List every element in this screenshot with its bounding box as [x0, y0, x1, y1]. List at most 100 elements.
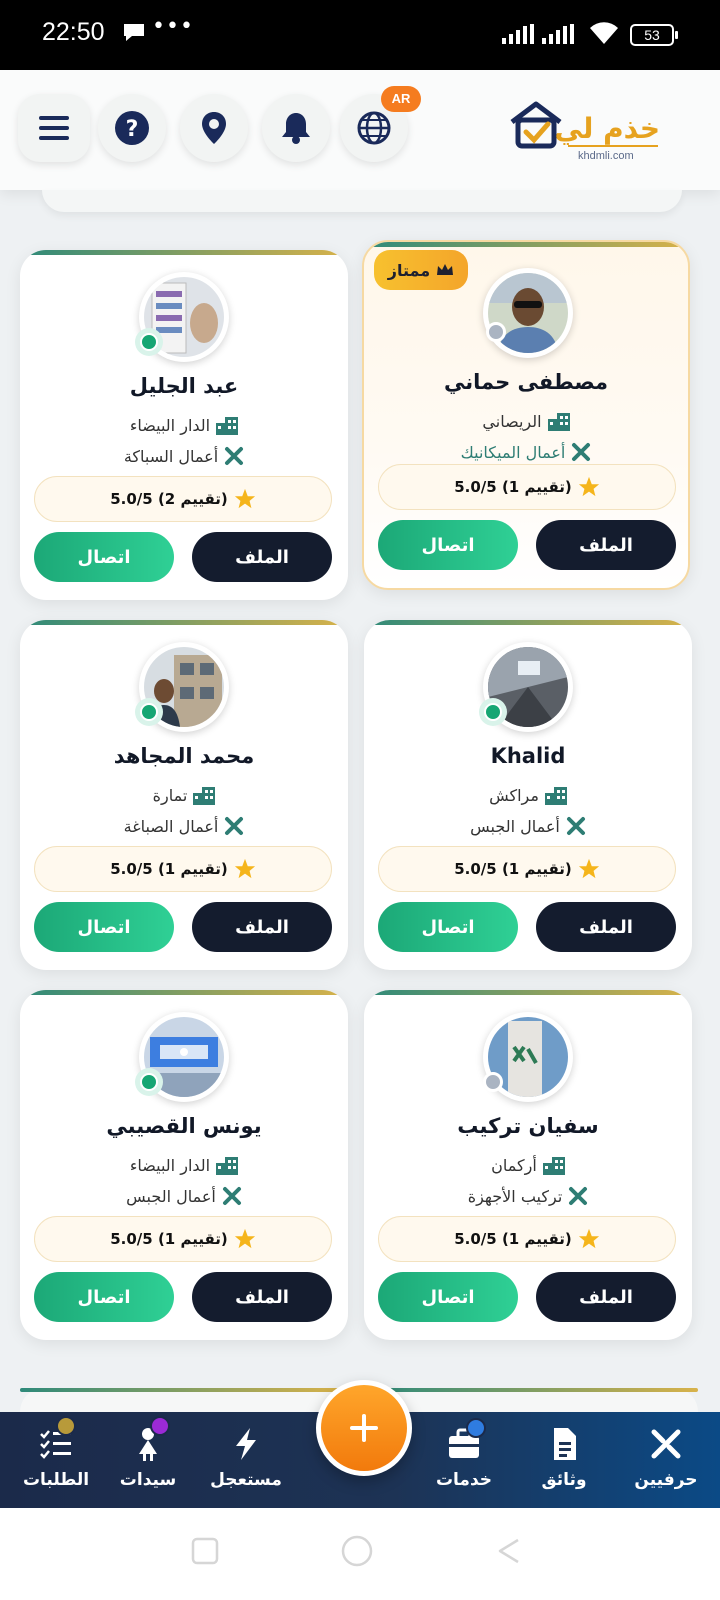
call-button[interactable]: اتصال: [378, 1272, 518, 1322]
profile-button[interactable]: الملف: [192, 532, 332, 582]
trade-text: أعمال الصباغة: [123, 816, 219, 836]
trade-row: أعمال السباكة: [20, 446, 348, 466]
building-icon: [542, 1156, 565, 1175]
craftsman-card[interactable]: يونس القصيبي الدار البيضاء أعمال الجبس 5…: [20, 990, 348, 1340]
notifications-button[interactable]: [262, 94, 330, 162]
lightning-icon: [236, 1428, 256, 1460]
notification-dot: [466, 1418, 486, 1438]
profile-button[interactable]: الملف: [536, 520, 676, 570]
call-button[interactable]: اتصال: [378, 902, 518, 952]
craftsman-card[interactable]: ممتاز مصطفى حماني الريصاني أعمال الميكان…: [362, 240, 690, 590]
star-icon: [234, 1228, 255, 1249]
card-accent-bar: [364, 620, 692, 625]
logo-house-icon: خذم لي: [510, 101, 660, 149]
nav-label: مستعجل: [210, 1470, 282, 1490]
status-indicator: [482, 318, 510, 346]
nav-orders[interactable]: الطلبات: [6, 1412, 106, 1508]
city-text: تمارة: [152, 786, 188, 805]
trade-row: أعمال الصباغة: [20, 816, 348, 836]
rating-text: 5.0/5 (1 تقييم): [110, 1230, 228, 1248]
city-row: الريصاني: [364, 412, 688, 431]
tools-icon: [225, 447, 244, 465]
city-text: مراكش: [489, 786, 539, 805]
city-text: الريصاني: [482, 412, 542, 431]
profile-button[interactable]: الملف: [192, 902, 332, 952]
tools-icon: [225, 817, 244, 835]
call-button[interactable]: اتصال: [34, 532, 174, 582]
card-accent-bar: [20, 990, 348, 995]
bell-icon: [282, 113, 310, 144]
craftsman-card[interactable]: محمد المجاهد تمارة أعمال الصباغة 5.0/5 (…: [20, 620, 348, 970]
wifi-icon: [590, 22, 618, 44]
signal-icon: [502, 24, 534, 44]
signal-icon-2: [542, 24, 574, 44]
profile-button[interactable]: الملف: [536, 902, 676, 952]
building-icon: [216, 1156, 239, 1175]
call-button[interactable]: اتصال: [34, 1272, 174, 1322]
question-icon: ?: [115, 111, 149, 145]
tools-icon: [566, 817, 585, 835]
star-icon: [578, 1228, 599, 1249]
more-notifications-icon: •••: [152, 14, 194, 39]
card-accent-bar: [364, 990, 692, 995]
nav-craftsmen[interactable]: حرفيين: [616, 1412, 716, 1508]
city-row: أركمان: [364, 1156, 692, 1175]
tools-icon: [572, 443, 591, 461]
rating-text: 5.0/5 (1 تقييم): [454, 1230, 572, 1248]
card-accent-bar: [364, 242, 688, 247]
craftsman-name: سفيان تركيب: [457, 1114, 599, 1138]
star-icon: [578, 476, 599, 497]
back-icon[interactable]: [494, 1536, 524, 1566]
nav-label: سيدات: [119, 1470, 177, 1490]
star-icon: [234, 858, 255, 879]
tools-icon: [651, 1429, 681, 1459]
status-indicator: [135, 698, 163, 726]
craftsman-card[interactable]: عبد الجليل الدار البيضاء أعمال السباكة 5…: [20, 250, 348, 600]
nav-services[interactable]: خدمات: [414, 1412, 514, 1508]
rating-text: 5.0/5 (2 تقييم): [110, 490, 228, 508]
nav-women[interactable]: سيدات: [98, 1412, 198, 1508]
recent-apps-icon[interactable]: [190, 1536, 220, 1566]
rating-pill: 5.0/5 (1 تقييم): [378, 1216, 676, 1262]
svg-text:?: ?: [126, 117, 139, 142]
craftsman-name: محمد المجاهد: [113, 744, 255, 768]
rating-text: 5.0/5 (1 تقييم): [454, 478, 572, 496]
header-shadow: [42, 190, 682, 212]
rating-text: 5.0/5 (1 تقييم): [454, 860, 572, 878]
trade-row: تركيب الأجهزة: [364, 1186, 692, 1206]
city-row: الدار البيضاء: [20, 1156, 348, 1175]
trade-text: أعمال الجبس: [470, 816, 560, 836]
craftsman-card[interactable]: Khalid مراكش أعمال الجبس 5.0/5 (1 تقييم)…: [364, 620, 692, 970]
card-accent-bar: [20, 250, 348, 255]
craftsman-card[interactable]: سفيان تركيب أركمان تركيب الأجهزة 5.0/5 (…: [364, 990, 692, 1340]
add-request-button[interactable]: [316, 1380, 412, 1476]
nav-urgent[interactable]: مستعجل: [196, 1412, 296, 1508]
trade-row: أعمال الجبس: [364, 816, 692, 836]
plus-icon: [350, 1414, 378, 1442]
premium-badge: ممتاز: [374, 250, 468, 290]
rating-text: 5.0/5 (1 تقييم): [110, 860, 228, 878]
call-button[interactable]: اتصال: [34, 902, 174, 952]
menu-button[interactable]: [18, 94, 90, 162]
building-icon: [193, 786, 216, 805]
craftsman-name: Khalid: [490, 744, 566, 768]
document-icon: [554, 1428, 576, 1460]
craftsman-name: عبد الجليل: [129, 374, 239, 398]
nav-documents[interactable]: وثائق: [514, 1412, 614, 1508]
language-badge: AR: [381, 86, 421, 112]
call-button[interactable]: اتصال: [378, 520, 518, 570]
nav-label: حرفيين: [634, 1470, 698, 1490]
status-indicator: [479, 698, 507, 726]
tools-icon: [569, 1187, 588, 1205]
craftsman-name: يونس القصيبي: [106, 1114, 262, 1138]
logo-domain: khdmli.com: [578, 150, 634, 162]
location-button[interactable]: [180, 94, 248, 162]
profile-button[interactable]: الملف: [536, 1272, 676, 1322]
city-text: الدار البيضاء: [129, 416, 211, 435]
profile-button[interactable]: الملف: [192, 1272, 332, 1322]
home-icon[interactable]: [340, 1534, 374, 1568]
rating-pill: 5.0/5 (1 تقييم): [34, 846, 332, 892]
help-button[interactable]: ?: [98, 94, 166, 162]
trade-text: أعمال الجبس: [126, 1186, 216, 1206]
nav-label: الطلبات: [22, 1470, 90, 1490]
